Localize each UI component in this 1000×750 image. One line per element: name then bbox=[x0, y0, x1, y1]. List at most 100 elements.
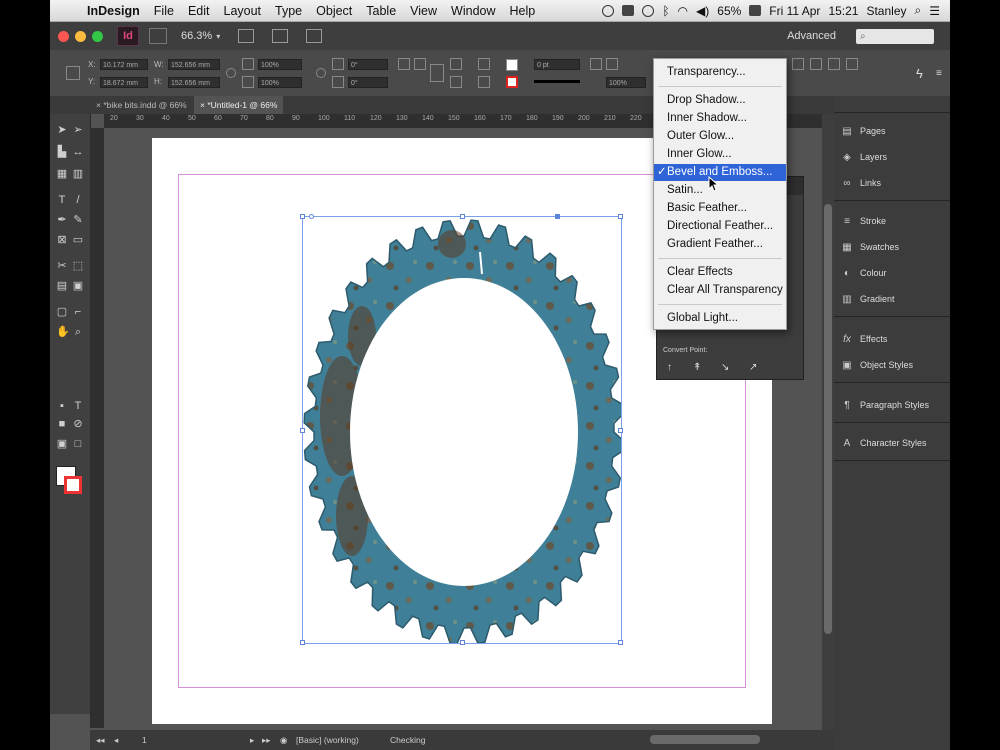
workspace-switcher[interactable]: Advanced bbox=[787, 30, 836, 42]
bluetooth-icon[interactable]: ᛒ bbox=[662, 4, 669, 18]
rotation-field[interactable]: 0° bbox=[348, 59, 388, 70]
zoom-dropdown-icon[interactable]: ▾ bbox=[216, 32, 220, 41]
menu-layout[interactable]: Layout bbox=[217, 4, 269, 18]
constrain-proportions-icon[interactable] bbox=[226, 68, 236, 78]
resize-handle-right[interactable] bbox=[618, 428, 623, 433]
panel-swatches[interactable]: ▦ Swatches bbox=[834, 234, 950, 260]
wrap-shape-icon[interactable] bbox=[828, 58, 840, 70]
rectangle-frame-tool-icon[interactable]: ⊠ bbox=[56, 234, 68, 246]
pencil-tool-icon[interactable]: ✎ bbox=[72, 214, 84, 226]
x-field[interactable]: 10.172 mm bbox=[100, 59, 148, 70]
free-transform-tool-icon[interactable]: ⬚ bbox=[72, 260, 84, 272]
convert-direction-icon[interactable]: ↗ bbox=[749, 363, 759, 373]
arrange-documents-icon[interactable] bbox=[306, 29, 323, 43]
prev-page-icon[interactable]: ◂ bbox=[114, 735, 118, 746]
apply-color-icon[interactable]: ■ bbox=[56, 418, 68, 430]
preflight-status[interactable]: Checking bbox=[390, 735, 425, 745]
page-number-field[interactable]: 1 bbox=[142, 735, 147, 745]
formatting-text-icon[interactable]: T bbox=[72, 400, 84, 412]
menu-item-bevel-and-emboss[interactable]: ✓ Bevel and Emboss... bbox=[654, 164, 786, 181]
note-tool-icon[interactable]: ▢ bbox=[56, 306, 68, 318]
panel-stroke[interactable]: ≡ Stroke bbox=[834, 208, 950, 234]
resize-handle-top[interactable] bbox=[460, 214, 465, 219]
lightning-icon[interactable]: ϟ bbox=[916, 66, 923, 81]
search-field[interactable]: ⌕ bbox=[856, 28, 934, 44]
hand-tool-icon[interactable]: ✋ bbox=[56, 326, 70, 338]
resize-handle-left[interactable] bbox=[300, 428, 305, 433]
apply-none-icon[interactable]: ⊘ bbox=[72, 418, 84, 430]
resize-handle-bottom-left[interactable] bbox=[300, 640, 305, 645]
menu-edit[interactable]: Edit bbox=[181, 4, 217, 18]
link-handle[interactable] bbox=[309, 214, 314, 219]
width-field[interactable]: 152.656 mm bbox=[168, 59, 220, 70]
wifi-icon[interactable]: ◠ bbox=[678, 4, 688, 18]
menu-item-satin[interactable]: Satin... bbox=[654, 182, 786, 199]
stroke-weight-field[interactable]: 0 pt bbox=[534, 59, 580, 70]
next-page-icon[interactable]: ▸ bbox=[250, 735, 254, 746]
menu-item-basic-feather[interactable]: Basic Feather... bbox=[654, 200, 786, 217]
view-options-icon[interactable] bbox=[238, 29, 255, 43]
battery-percent[interactable]: 65% bbox=[717, 4, 741, 18]
stroke-swatch-box[interactable] bbox=[64, 476, 82, 494]
app-status-icon[interactable] bbox=[622, 5, 635, 16]
preflight-profile[interactable]: [Basic] (working) bbox=[296, 735, 359, 745]
first-page-icon[interactable]: ◂◂ bbox=[96, 735, 105, 746]
menu-item-clear-all-transparency[interactable]: Clear All Transparency bbox=[654, 282, 786, 299]
resize-handle-bottom[interactable] bbox=[460, 640, 465, 645]
flip-horizontal-icon[interactable] bbox=[450, 58, 462, 70]
panel-gradient[interactable]: ▥ Gradient bbox=[834, 286, 950, 312]
content-placer-icon[interactable]: ▥ bbox=[72, 168, 84, 180]
flip-vertical-icon[interactable] bbox=[450, 76, 462, 88]
selection-bounding-box[interactable] bbox=[300, 214, 623, 645]
gap-tool-icon[interactable]: ↔ bbox=[72, 146, 84, 158]
pen-tool-icon[interactable]: ✒ bbox=[56, 214, 68, 226]
scale-x-field[interactable]: 100% bbox=[258, 59, 302, 70]
resize-handle-top-right[interactable] bbox=[618, 214, 623, 219]
menu-type[interactable]: Type bbox=[268, 4, 309, 18]
wrap-jump-icon[interactable] bbox=[846, 58, 858, 70]
user-name[interactable]: Stanley bbox=[866, 4, 906, 18]
height-field[interactable]: 152.656 mm bbox=[168, 77, 220, 88]
menu-item-drop-shadow[interactable]: Drop Shadow... bbox=[654, 92, 786, 109]
menu-object[interactable]: Object bbox=[309, 4, 359, 18]
tab-untitled[interactable]: × *Untitled-1 @ 66% bbox=[194, 96, 284, 114]
convert-corner-icon[interactable]: ↑ bbox=[667, 363, 677, 373]
menu-view[interactable]: View bbox=[403, 4, 444, 18]
battery-icon[interactable] bbox=[749, 5, 762, 16]
rotate-cw-icon[interactable] bbox=[398, 58, 410, 70]
menu-item-inner-glow[interactable]: Inner Glow... bbox=[654, 146, 786, 163]
sync-icon[interactable] bbox=[602, 4, 615, 17]
scissors-tool-icon[interactable]: ✂ bbox=[56, 260, 68, 272]
panel-effects[interactable]: fx Effects bbox=[834, 326, 950, 352]
time-machine-icon[interactable] bbox=[642, 4, 655, 17]
date-label[interactable]: Fri 11 Apr bbox=[769, 4, 820, 18]
type-tool-icon[interactable]: T bbox=[56, 194, 68, 206]
stroke-type-selector[interactable] bbox=[534, 80, 580, 83]
menu-window[interactable]: Window bbox=[444, 4, 502, 18]
wrap-bounding-icon[interactable] bbox=[810, 58, 822, 70]
vertical-ruler[interactable] bbox=[90, 128, 104, 728]
fill-stroke-swatches[interactable] bbox=[56, 466, 82, 500]
horizontal-scroll-thumb[interactable] bbox=[650, 735, 760, 744]
screen-mode-icon[interactable] bbox=[272, 29, 289, 43]
formatting-container-icon[interactable]: ▪ bbox=[56, 400, 68, 412]
notification-center-icon[interactable]: ☰ bbox=[929, 4, 940, 18]
panel-colour[interactable]: ◐ Colour bbox=[834, 260, 950, 286]
maximize-window-button[interactable] bbox=[92, 30, 103, 42]
bridge-button[interactable] bbox=[149, 28, 167, 44]
menu-item-directional-feather[interactable]: Directional Feather... bbox=[654, 218, 786, 235]
menu-help[interactable]: Help bbox=[503, 4, 543, 18]
panel-links[interactable]: ∞ Links bbox=[834, 170, 950, 196]
fill-swatch[interactable] bbox=[506, 59, 518, 71]
zoom-level[interactable]: 66.3% bbox=[181, 30, 212, 42]
tab-bike-bits[interactable]: × *bike bits.indd @ 66% bbox=[90, 96, 193, 114]
corner-options-handle[interactable] bbox=[555, 214, 560, 219]
panel-layers[interactable]: ◈ Layers bbox=[834, 144, 950, 170]
gradient-swatch-tool-icon[interactable]: ▤ bbox=[56, 280, 68, 292]
shear-field[interactable]: 0° bbox=[348, 77, 388, 88]
drop-shadow-icon[interactable] bbox=[590, 58, 602, 70]
vertical-scrollbar[interactable] bbox=[822, 114, 834, 730]
preview-mode-icon[interactable]: □ bbox=[72, 438, 84, 450]
reference-point-icon[interactable] bbox=[66, 66, 80, 80]
resize-handle-bottom-right[interactable] bbox=[618, 640, 623, 645]
